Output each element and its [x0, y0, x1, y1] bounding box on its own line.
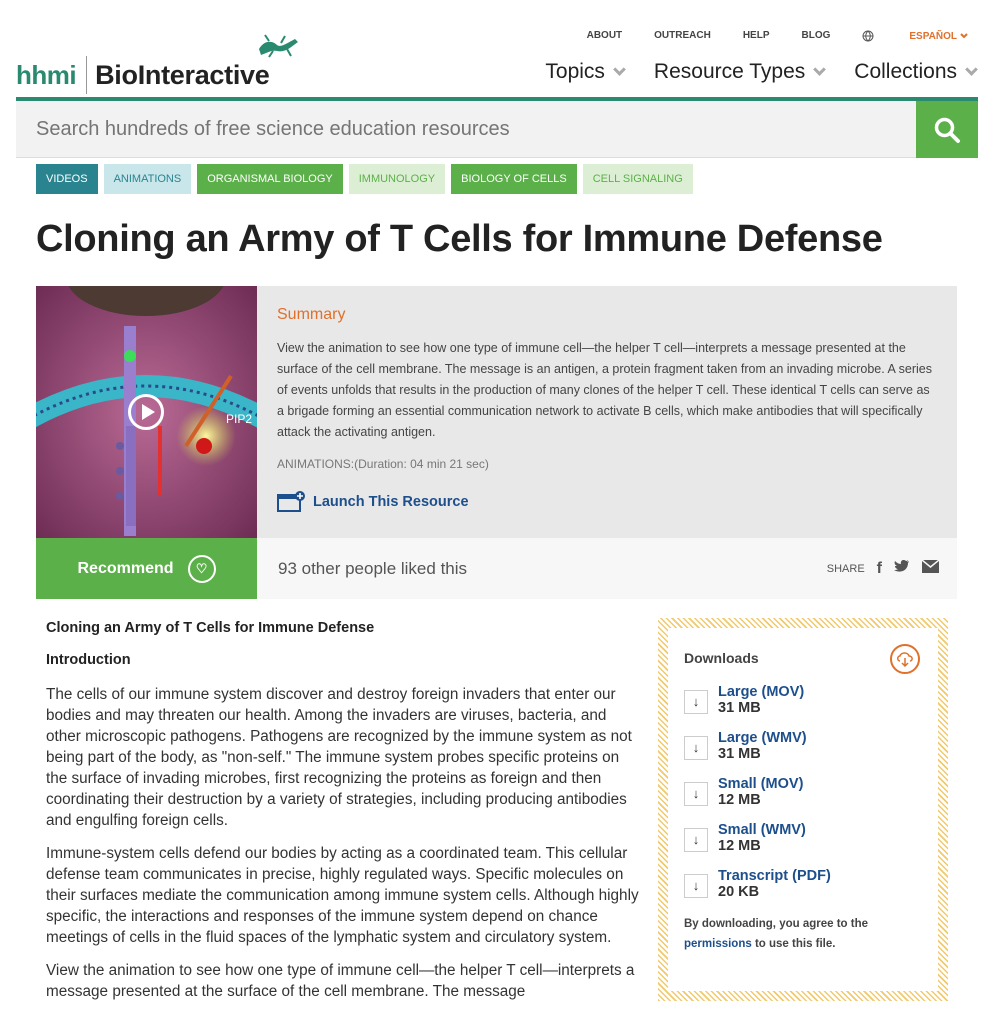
note-text: By downloading, you agree to the — [684, 918, 869, 930]
facebook-icon[interactable]: f — [877, 560, 882, 578]
utility-nav: ABOUT OUTREACH HELP BLOG ESPAÑOL — [555, 30, 968, 42]
note-text-end: to use this file. — [754, 938, 836, 950]
nav-topics[interactable]: Topics — [545, 60, 626, 84]
language-label: ESPAÑOL — [909, 30, 957, 42]
article-paragraph: View the animation to see how one type o… — [46, 962, 635, 1000]
tag-list: VIDEOS ANIMATIONS ORGANISMAL BIOLOGY IMM… — [36, 164, 693, 194]
thumbnail-label-pip2: PIP2 — [226, 412, 252, 426]
search-bar — [16, 101, 978, 158]
chevron-down-icon — [965, 62, 978, 76]
download-name[interactable]: Transcript (PDF) — [718, 868, 831, 884]
nav-topics-label: Topics — [545, 60, 605, 83]
util-link-help[interactable]: HELP — [743, 30, 770, 42]
recommend-bar: Recommend ♡ 93 other people liked this S… — [36, 538, 957, 599]
download-size: 31 MB — [718, 700, 761, 716]
tag-animations[interactable]: ANIMATIONS — [103, 164, 192, 194]
logo-divider — [86, 56, 88, 94]
share-label: SHARE — [826, 562, 865, 575]
util-link-outreach[interactable]: OUTREACH — [654, 30, 711, 42]
summary-text: View the animation to see how one type o… — [277, 341, 932, 439]
nav-collections[interactable]: Collections — [854, 60, 978, 84]
download-name[interactable]: Small (WMV) — [718, 822, 806, 838]
share-bar: SHARE f — [826, 538, 940, 599]
main-nav: Topics Resource Types Collections — [515, 60, 978, 84]
summary-heading: Summary — [277, 306, 346, 323]
download-name[interactable]: Large (WMV) — [718, 730, 807, 746]
logo-biointeractive: BioInteractive — [95, 59, 270, 90]
download-size: 12 MB — [718, 838, 761, 854]
summary-panel: Summary View the animation to see how on… — [257, 286, 957, 538]
download-size: 20 KB — [718, 884, 760, 900]
twitter-icon[interactable] — [894, 559, 910, 578]
permissions-link[interactable]: permissions — [684, 938, 752, 950]
chevron-down-icon — [813, 62, 827, 76]
duration-label: ANIMATIONS:(Duration: 04 min 21 sec) — [277, 457, 489, 471]
video-thumbnail[interactable]: PIP2 — [36, 286, 257, 538]
downloads-box: Downloads ↓ Large (MOV) 31 MB ↓ Large (WM… — [658, 618, 948, 1001]
tag-biology-of-cells[interactable]: BIOLOGY OF CELLS — [451, 164, 577, 194]
main-content: VIDEOS ANIMATIONS ORGANISMAL BIOLOGY IMM… — [16, 158, 978, 1029]
article-title: Cloning an Army of T Cells for Immune De… — [46, 620, 375, 636]
tag-videos[interactable]: VIDEOS — [36, 164, 98, 194]
article-section-heading: Introduction — [46, 652, 131, 668]
chevron-down-icon — [960, 33, 968, 39]
email-icon[interactable] — [921, 558, 940, 578]
likes-count: 93 other people liked this — [278, 559, 468, 578]
download-item[interactable]: ↓ Large (MOV) 31 MB — [684, 684, 922, 716]
launch-resource-link[interactable]: Launch This Resource — [277, 491, 937, 513]
play-icon[interactable] — [128, 394, 164, 430]
heart-plus-icon: ♡ — [187, 554, 216, 583]
download-name[interactable]: Small (MOV) — [718, 776, 803, 792]
downloads-heading: Downloads — [684, 650, 759, 666]
site-header: hhmi BioInteractive ABOUT OUTREACH HELP … — [0, 0, 994, 100]
download-arrow-icon: ↓ — [684, 874, 708, 898]
download-arrow-icon: ↓ — [684, 782, 708, 806]
tag-immunology[interactable]: IMMUNOLOGY — [348, 164, 446, 194]
article-body: Cloning an Army of T Cells for Immune De… — [46, 620, 641, 1014]
tag-organismal-biology[interactable]: ORGANISMAL BIOLOGY — [197, 164, 343, 194]
download-permissions-note: By downloading, you agree to the permiss… — [684, 914, 922, 954]
search-button[interactable] — [916, 101, 978, 158]
download-arrow-icon: ↓ — [684, 736, 708, 760]
language-selector[interactable]: ESPAÑOL — [862, 30, 968, 42]
download-name[interactable]: Large (MOV) — [718, 684, 804, 700]
download-item[interactable]: ↓ Large (WMV) 31 MB — [684, 730, 922, 762]
download-item[interactable]: ↓ Transcript (PDF) 20 KB — [684, 868, 922, 900]
download-arrow-icon: ↓ — [684, 828, 708, 852]
search-icon — [934, 117, 960, 143]
download-item[interactable]: ↓ Small (WMV) 12 MB — [684, 822, 922, 854]
chevron-down-icon — [613, 62, 626, 76]
article-paragraph: The cells of our immune system discover … — [46, 686, 632, 829]
launch-window-icon — [277, 491, 305, 512]
util-link-about[interactable]: ABOUT — [587, 30, 623, 42]
tag-cell-signaling[interactable]: CELL SIGNALING — [582, 164, 693, 194]
nav-resource-types-label: Resource Types — [653, 60, 806, 83]
article-paragraph: Immune-system cells defend our bodies by… — [46, 845, 639, 946]
download-size: 12 MB — [718, 792, 761, 808]
download-size: 31 MB — [718, 746, 761, 762]
download-item[interactable]: ↓ Small (MOV) 12 MB — [684, 776, 922, 808]
site-logo[interactable]: hhmi BioInteractive — [16, 56, 270, 94]
util-link-blog[interactable]: BLOG — [802, 30, 831, 42]
globe-icon — [862, 30, 874, 42]
nav-resource-types[interactable]: Resource Types — [653, 60, 827, 84]
search-input[interactable] — [36, 101, 896, 158]
recommend-button[interactable]: Recommend ♡ — [36, 538, 257, 599]
logo-hhmi: hhmi — [16, 59, 77, 90]
recommend-label: Recommend — [77, 559, 174, 577]
page-title: Cloning an Army of T Cells for Immune De… — [36, 218, 883, 260]
launch-resource-label: Launch This Resource — [313, 494, 469, 510]
nav-collections-label: Collections — [854, 60, 957, 83]
download-arrow-icon: ↓ — [684, 690, 708, 714]
cloud-download-icon — [890, 644, 920, 674]
